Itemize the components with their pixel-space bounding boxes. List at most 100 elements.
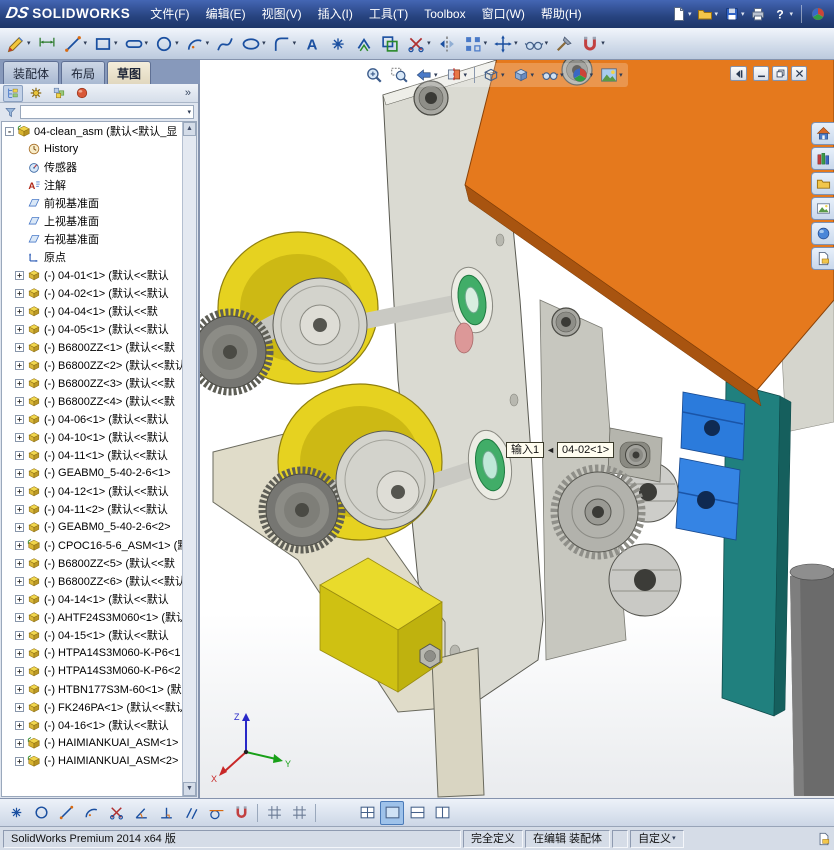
expander[interactable]: - [5,126,14,136]
menu-item[interactable]: Toolbox [416,0,473,28]
graphics-area[interactable]: Z Y X [200,60,834,798]
snap-center-points-button[interactable] [29,801,53,825]
smart-dimension-button[interactable] [34,30,60,58]
menu-item[interactable]: 视图(V) [254,0,310,28]
tree-item[interactable]: + (-) AHTF24S3M060<1> (默认 [2,608,182,626]
document-minimize-button[interactable] [753,66,769,81]
zoom-to-area-button[interactable] [388,64,410,86]
tree-item[interactable]: + (-) 04-15<1> (默认<<默认 [2,626,182,644]
zoom-to-fit-button[interactable] [363,64,385,86]
snap-quadrant-points-button[interactable] [79,801,103,825]
tree-item[interactable]: + (-) 04-14<1> (默认<<默认 [2,590,182,608]
solidworks-resources-button[interactable] [808,3,828,25]
expander[interactable]: + [15,630,24,640]
repair-sketch-button[interactable] [551,30,577,58]
dark-cylinder[interactable] [789,563,834,796]
save-button[interactable]: ▾ [722,3,747,25]
tree-item[interactable]: + (-) 04-10<1> (默认<<默认 [2,428,182,446]
tree-item[interactable]: + (-) CPOC16-5-6_ASM<1> (默 [2,536,182,554]
corner-rectangle-button[interactable]: ▾ [90,30,121,58]
line-button[interactable]: ▾ [60,30,91,58]
panel-overflow-chevron[interactable]: » [181,87,195,99]
expander[interactable]: + [15,522,24,532]
menu-item[interactable]: 帮助(H) [533,0,590,28]
grid-settings-button[interactable] [262,801,286,825]
document-restore-button[interactable] [772,66,788,81]
viewport-two-vertical-button[interactable] [430,801,454,825]
spline-button[interactable] [212,30,238,58]
expander[interactable]: + [15,342,24,352]
blue-clamp-upper[interactable] [680,391,746,461]
view-orientation-button[interactable]: ▾ [480,64,507,86]
displaymanager-tab[interactable] [72,85,92,102]
tree-item[interactable]: 注解 [2,176,182,194]
tree-item[interactable]: + (-) 04-16<1> (默认<<默认 [2,716,182,734]
quick-snaps-button[interactable]: ▾ [577,30,608,58]
expander[interactable]: + [15,468,24,478]
expander[interactable]: + [15,270,24,280]
tree-item[interactable]: + (-) GEABM0_5-40-2-6<2> [2,518,182,536]
snap-tangent-button[interactable] [204,801,228,825]
tree-item[interactable]: 右视基准面 [2,230,182,248]
circle-button[interactable]: ▾ [151,30,182,58]
tree-item[interactable]: + (-) 04-02<1> (默认<<默认 [2,284,182,302]
snap-parallel-button[interactable] [179,801,203,825]
tree-item[interactable]: + (-) 04-11<1> (默认<<默认 [2,446,182,464]
snap-angle-button[interactable] [129,801,153,825]
tree-item[interactable]: + (-) 04-05<1> (默认<<默认 [2,320,182,338]
tree-item[interactable]: + (-) HAIMIANKUAI_ASM<2> [2,752,182,770]
tree-item[interactable]: History [2,140,182,158]
tree-item[interactable]: + (-) B6800ZZ<1> (默认<<默 [2,338,182,356]
ellipse-button[interactable]: ▾ [238,30,269,58]
roller-face-upper[interactable] [272,277,368,373]
expander[interactable]: + [15,594,24,604]
tree-item[interactable]: + (-) FK246PA<1> (默认<<默认 [2,698,182,716]
expander[interactable]: + [15,648,24,658]
tree-item[interactable]: 原点 [2,248,182,266]
tree-item[interactable]: + (-) B6800ZZ<2> (默认<<默认 [2,356,182,374]
expander[interactable]: + [15,576,24,586]
trim-entities-button[interactable]: ▾ [403,30,434,58]
tree-item[interactable]: + (-) B6800ZZ<5> (默认<<默 [2,554,182,572]
tree-item[interactable]: + (-) GEABM0_5-40-2-6<1> [2,464,182,482]
expander[interactable]: + [15,558,24,568]
expander[interactable]: + [15,306,24,316]
hide-show-items-button[interactable]: ▾ [539,64,566,86]
tab-layout[interactable]: 布局 [61,61,106,84]
display-style-button[interactable]: ▾ [510,64,537,86]
tree-item[interactable]: + (-) B6800ZZ<3> (默认<<默 [2,374,182,392]
tab-assembly[interactable]: 装配体 [3,61,60,84]
menu-item[interactable]: 窗口(W) [474,0,533,28]
tree-item[interactable]: + (-) 04-12<1> (默认<<默认 [2,482,182,500]
feature-tree[interactable]: - 04-clean_asm (默认<默认_显 History 传感器 注解 前视基准面上… [1,121,197,797]
display-delete-relations-button[interactable]: ▾ [521,30,552,58]
tree-item[interactable]: + (-) B6800ZZ<4> (默认<<默 [2,392,182,410]
mirror-entities-button[interactable] [434,30,460,58]
snap-perpendicular-button[interactable] [154,801,178,825]
expander[interactable]: + [15,486,24,496]
apply-scene-button[interactable]: ▾ [598,64,625,86]
viewport-two-horizontal-button[interactable] [405,801,429,825]
tree-item[interactable]: + (-) 04-04<1> (默认<<默 [2,302,182,320]
tree-item[interactable]: + (-) 04-11<2> (默认<<默认 [2,500,182,518]
expander[interactable]: + [15,702,24,712]
shaft-coupling-lower[interactable] [608,543,682,617]
sketch-button[interactable]: ▾ [3,30,34,58]
scroll-up-button[interactable]: ▲ [183,122,196,136]
expander[interactable]: + [15,378,24,388]
text-button[interactable] [299,30,325,58]
snap-points-button[interactable] [4,801,28,825]
viewport[interactable]: Z Y X ▾ ▾ ▾ ▾ ▾ ▾ ▾ 输入1 ◄ 04-02<1> [200,60,834,798]
filter-input[interactable]: ▾ [20,105,194,119]
move-entities-button[interactable]: ▾ [490,30,521,58]
tree-item[interactable]: + (-) HAIMIANKUAI_ASM<1> [2,734,182,752]
centerpoint-arc-button[interactable]: ▾ [182,30,213,58]
menu-item[interactable]: 插入(I) [310,0,361,28]
previous-view-button[interactable]: ▾ [413,64,440,86]
edit-appearance-button[interactable]: ▾ [569,64,596,86]
expander[interactable]: + [15,396,24,406]
linear-sketch-pattern-button[interactable]: ▾ [460,30,491,58]
sketch-fillet-button[interactable]: ▾ [269,30,300,58]
design-library-tab[interactable] [811,147,834,170]
view-palette-tab[interactable] [811,197,834,220]
